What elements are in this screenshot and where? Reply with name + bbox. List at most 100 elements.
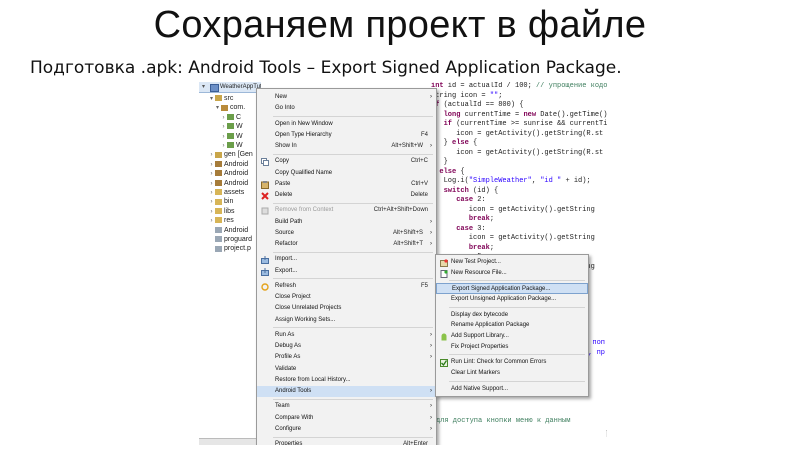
submenu-item-add-support-library[interactable]: Add Support Library... <box>436 331 588 342</box>
menu-item-show-in[interactable]: Show In Alt+Shift+W › <box>257 141 436 152</box>
submenu-item-fix-project-properties[interactable]: Fix Project Properties <box>436 342 588 353</box>
editor-horizontal-scrollbar[interactable] <box>606 430 607 437</box>
tree-item[interactable]: project.p <box>208 244 251 253</box>
tree-item[interactable]: › gen [Gen <box>208 150 253 159</box>
tree-item[interactable]: › bin <box>208 197 234 206</box>
menu-item-validate[interactable]: Validate <box>257 364 436 375</box>
tree-item[interactable]: › W <box>220 132 243 141</box>
submenu-item-export-unsigned-application-package[interactable]: Export Unsigned Application Package... <box>436 294 588 305</box>
menu-item-refresh[interactable]: Refresh F5 <box>257 281 436 292</box>
import-icon <box>261 256 269 265</box>
android-icon <box>440 333 448 341</box>
submenu-item-rename-application-package[interactable]: Rename Application Package <box>436 320 588 331</box>
submenu-item-new-resource-file[interactable]: New Resource File... <box>436 268 588 279</box>
menu-item-remove-from-context: Remove from Context Ctrl+Alt+Shift+Down <box>257 205 436 216</box>
submenu-arrow-icon: › <box>430 94 432 100</box>
menu-item-compare-with[interactable]: Compare With › <box>257 413 436 424</box>
tree-item-label: src <box>224 95 234 102</box>
menu-item-assign-working-sets[interactable]: Assign Working Sets... <box>257 315 436 326</box>
tree-item-icon <box>215 95 222 102</box>
submenu-item-add-native-support[interactable]: Add Native Support... <box>436 384 588 395</box>
menu-item-go-into[interactable]: Go Into <box>257 103 436 114</box>
menu-separator <box>273 278 433 280</box>
tree-item-label: res <box>224 217 234 225</box>
submenu-item-display-dex-bytecode[interactable]: Display dex bytecode <box>436 310 588 321</box>
menu-item-profile-as[interactable]: Profile As › <box>257 352 436 363</box>
submenu-item-clear-lint-markers[interactable]: Clear Lint Markers <box>436 368 588 379</box>
menu-item-label: Configure <box>275 425 302 432</box>
menu-item-build-path[interactable]: Build Path › <box>257 217 436 228</box>
menu-item-source[interactable]: Source Alt+Shift+S › <box>257 228 436 239</box>
submenu-arrow-icon: › <box>430 143 432 149</box>
submenu-item-export-signed-application-package[interactable]: Export Signed Application Package... <box>436 283 588 295</box>
menu-item-shortcut: F4 <box>420 131 428 138</box>
menu-item-label: Copy <box>275 158 290 165</box>
menu-separator <box>273 327 433 329</box>
menu-item-properties[interactable]: Properties Alt+Enter <box>257 439 436 445</box>
menu-item-run-as[interactable]: Run As › <box>257 330 436 341</box>
tree-item-icon <box>215 189 222 196</box>
menu-item-label: Android Tools <box>275 388 312 394</box>
tree-item-icon <box>215 226 222 233</box>
menu-item-shortcut: Ctrl+C <box>410 158 428 165</box>
menu-item-label: Fix Project Properties <box>451 343 509 350</box>
menu-item-refactor[interactable]: Refactor Alt+Shift+T › <box>257 239 436 250</box>
menu-item-import[interactable]: Import... <box>257 254 436 265</box>
tree-item-label: W <box>236 132 243 140</box>
tree-item[interactable]: proguard <box>208 235 252 244</box>
expand-arrow-icon[interactable]: ▾ <box>202 83 205 90</box>
project-icon <box>210 84 219 92</box>
menu-item-debug-as[interactable]: Debug As › <box>257 341 436 352</box>
submenu-arrow-icon: › <box>430 229 432 236</box>
menu-item-label: Run As <box>275 332 295 338</box>
menu-item-copy[interactable]: Copy Ctrl+C <box>257 156 436 167</box>
tree-item[interactable]: › res <box>208 216 234 225</box>
tree-item-label: proguard <box>224 236 253 243</box>
menu-item-close-project[interactable]: Close Project <box>257 292 436 303</box>
context-menu: New › Go Into Open in New Window Open Type H… <box>256 88 437 445</box>
menu-item-close-unrelated-projects[interactable]: Close Unrelated Projects <box>257 303 436 314</box>
submenu-item-new-test-project[interactable]: New Test Project... <box>436 257 588 268</box>
menu-item-new[interactable]: New › <box>257 92 436 103</box>
submenu-arrow-icon: › <box>430 241 432 247</box>
menu-item-label: Team <box>275 403 290 410</box>
tree-item[interactable]: › C <box>220 113 242 122</box>
tree-item[interactable]: › assets <box>208 188 245 197</box>
menu-item-copy-qualified-name[interactable]: Copy Qualified Name <box>257 168 436 179</box>
slide-title: Сохраняем проект в файле <box>153 4 647 46</box>
tree-item-icon <box>215 179 222 186</box>
lint-check-icon <box>440 359 448 368</box>
menu-item-configure[interactable]: Configure › <box>257 424 436 435</box>
copy-icon <box>261 158 269 167</box>
menu-item-label: Validate <box>275 365 297 372</box>
tree-item-icon <box>227 113 234 120</box>
menu-item-export[interactable]: Export... <box>257 266 436 277</box>
tree-item-icon <box>227 142 234 149</box>
tree-item[interactable]: ▾ src <box>208 94 233 103</box>
tree-item[interactable]: › Android <box>208 169 249 178</box>
menu-item-restore-from-local-history[interactable]: Restore from Local History... <box>257 375 436 386</box>
tree-item[interactable]: › W <box>220 122 243 131</box>
tree-item-label: bin <box>224 198 234 206</box>
menu-item-open-in-new-window[interactable]: Open in New Window <box>257 119 436 130</box>
tree-item-icon <box>215 217 222 224</box>
tree-item[interactable]: › libs <box>208 207 235 216</box>
submenu-item-run-lint-check-for-common-errors[interactable]: Run Lint: Check for Common Errors <box>436 357 588 368</box>
menu-separator <box>449 380 585 382</box>
menu-item-delete[interactable]: Delete Delete <box>257 190 436 201</box>
tree-item[interactable]: Android <box>208 226 248 235</box>
tree-item[interactable]: ▾ com. <box>214 103 245 112</box>
menu-item-open-type-hierarchy[interactable]: Open Type Hierarchy F4 <box>257 130 436 141</box>
code-line: break; <box>468 243 495 252</box>
menu-item-paste[interactable]: Paste Ctrl+V <box>257 179 436 190</box>
tree-item-label: com. <box>230 104 246 112</box>
tree-item-label: C <box>236 113 242 121</box>
tree-item[interactable]: › Android <box>208 160 249 169</box>
menu-item-label: Add Support Library... <box>451 333 509 339</box>
menu-item-android-tools[interactable]: Android Tools › <box>257 386 436 397</box>
menu-separator <box>273 251 433 253</box>
tree-item[interactable]: › W <box>220 141 243 150</box>
tree-item[interactable]: › Android <box>208 179 249 188</box>
menu-item-team[interactable]: Team › <box>257 401 436 412</box>
menu-item-shortcut: Alt+Shift+W <box>391 143 423 149</box>
